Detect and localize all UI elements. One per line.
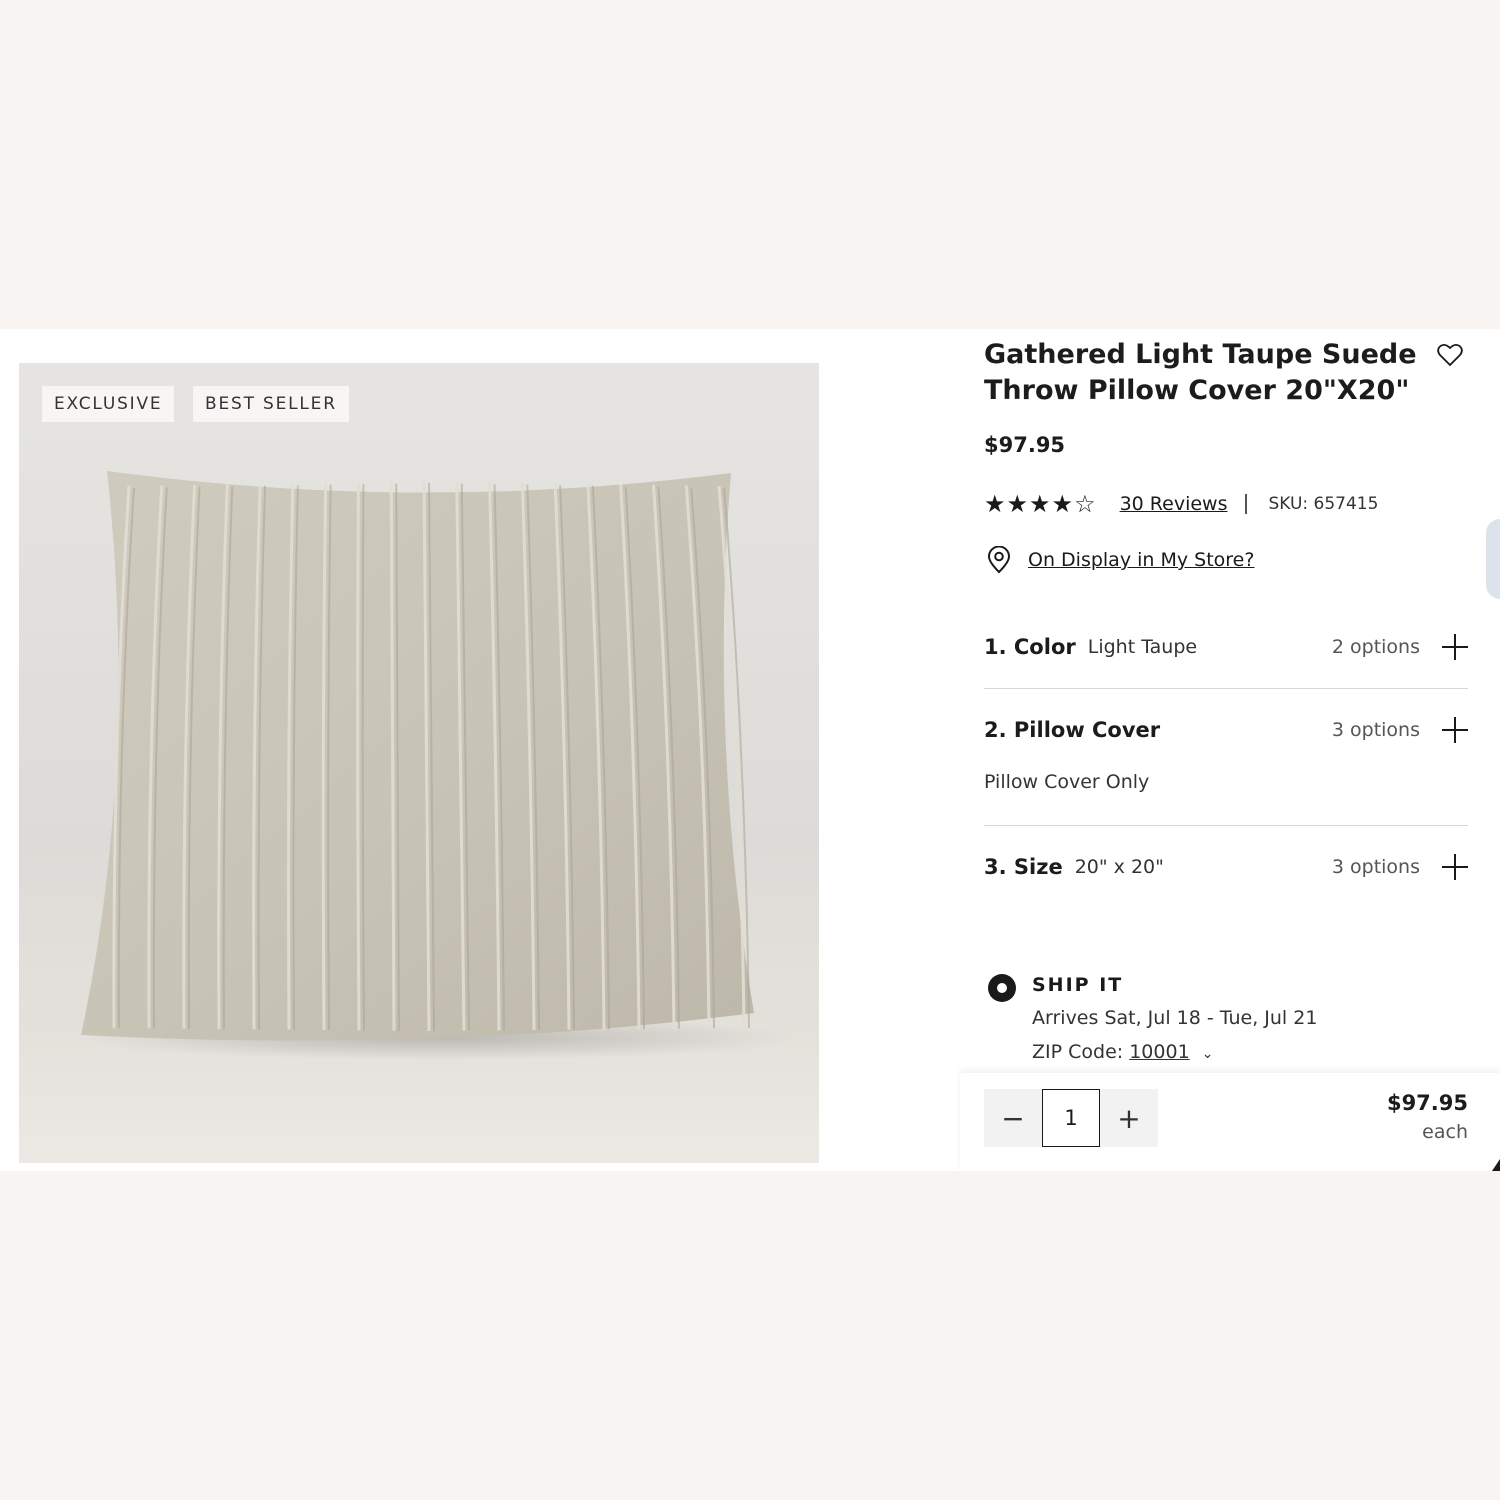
option-label: 1. Color xyxy=(984,635,1076,659)
star-filled-icon: ★ xyxy=(984,490,1006,518)
divider xyxy=(984,825,1468,826)
heart-outline-icon[interactable] xyxy=(1437,343,1463,367)
zip-label: ZIP Code: xyxy=(1032,1041,1124,1063)
on-display-link[interactable]: On Display in My Store? xyxy=(1028,549,1254,571)
rating-row: ★ ★ ★ ★ ☆ 30 Reviews SKU: 657415 xyxy=(984,490,1378,518)
chevron-down-icon[interactable]: ⌄ xyxy=(1202,1046,1214,1062)
option-label: 2. Pillow Cover xyxy=(984,718,1161,742)
product-image[interactable]: EXCLUSIVE BEST SELLER xyxy=(19,363,819,1163)
increase-quantity-button[interactable]: + xyxy=(1100,1089,1158,1147)
arrival-dates: Arrives Sat, Jul 18 - Tue, Jul 21 xyxy=(1032,1007,1318,1029)
option-value: Light Taupe xyxy=(1087,636,1198,658)
plus-icon[interactable] xyxy=(1442,717,1468,743)
option-count: 2 options xyxy=(1331,636,1420,658)
option-label: 3. Size xyxy=(984,855,1063,879)
side-tab[interactable] xyxy=(1486,519,1500,599)
pillow-pleat xyxy=(356,482,361,1031)
quantity-input[interactable]: 1 xyxy=(1042,1089,1100,1147)
zip-row: ZIP Code: 10001 ⌄ xyxy=(1032,1041,1213,1063)
option-size: 3. Size 20" x 20" 3 options xyxy=(984,852,1468,882)
badge-exclusive: EXCLUSIVE xyxy=(42,386,175,422)
plus-icon[interactable] xyxy=(1442,634,1468,660)
divider xyxy=(984,688,1468,689)
sku-text: SKU: 657415 xyxy=(1268,494,1379,514)
unit-price-label: each xyxy=(1422,1121,1468,1143)
pillow-illustration xyxy=(79,471,799,1060)
option-color: 1. Color Light Taupe 2 options xyxy=(984,632,1468,662)
plus-icon[interactable] xyxy=(1442,854,1468,880)
star-rating[interactable]: ★ ★ ★ ★ ☆ xyxy=(984,492,1096,516)
option-count: 3 options xyxy=(1331,719,1420,741)
reviews-link[interactable]: 30 Reviews xyxy=(1120,493,1228,515)
product-title: Gathered Light Taupe Suede Throw Pillow … xyxy=(984,339,1417,406)
ship-it-radio[interactable] xyxy=(988,974,1016,1002)
option-size-header[interactable]: 3. Size 20" x 20" 3 options xyxy=(984,852,1468,882)
map-pin-icon xyxy=(987,546,1011,574)
separator xyxy=(1245,494,1248,514)
option-selected-value: Pillow Cover Only xyxy=(984,771,1150,793)
star-empty-icon: ☆ xyxy=(1074,490,1096,518)
option-color-header[interactable]: 1. Color Light Taupe 2 options xyxy=(984,632,1468,662)
ship-it-title: SHIP IT xyxy=(1032,974,1124,996)
unit-price-value: $97.95 xyxy=(1386,1091,1468,1115)
star-filled-icon: ★ xyxy=(1051,490,1074,518)
star-filled-icon: ★ xyxy=(1006,490,1029,518)
badge-best-seller: BEST SELLER xyxy=(193,386,349,422)
unit-price: $97.95 each xyxy=(1387,1091,1468,1143)
option-pillow-cover: 2. Pillow Cover 3 options Pillow Cover O… xyxy=(984,715,1468,793)
product-panel: EXCLUSIVE BEST SELLER Gathered Light Tau… xyxy=(0,329,1500,1171)
star-filled-icon: ★ xyxy=(1029,490,1051,518)
product-price: $97.95 xyxy=(984,433,1066,457)
option-pillow-cover-header[interactable]: 2. Pillow Cover 3 options xyxy=(984,715,1468,745)
option-count: 3 options xyxy=(1331,856,1420,878)
corner-marker xyxy=(1492,1159,1500,1171)
on-display-row: On Display in My Store? xyxy=(986,545,1254,575)
zip-code-link[interactable]: 10001 xyxy=(1129,1041,1189,1063)
add-to-cart-bar: − 1 + $97.95 each xyxy=(960,1073,1500,1171)
decrease-quantity-button[interactable]: − xyxy=(984,1089,1042,1147)
option-value: 20" x 20" xyxy=(1074,856,1164,878)
quantity-stepper: − 1 + xyxy=(984,1089,1158,1147)
